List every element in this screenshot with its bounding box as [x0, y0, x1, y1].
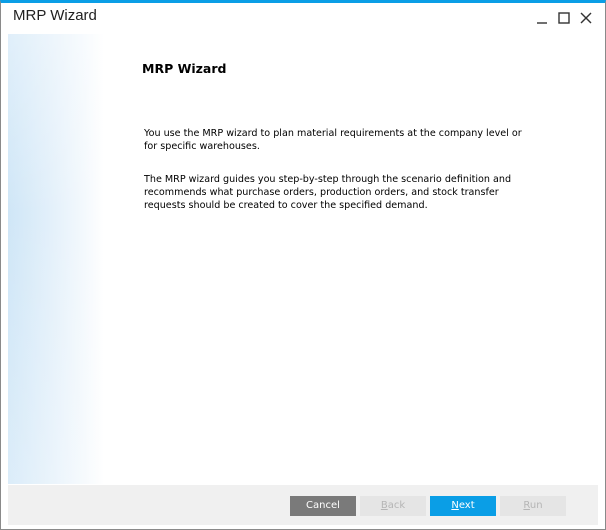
next-button-mnemonic: N	[451, 500, 459, 511]
back-button-label: ack	[387, 500, 406, 511]
intro-paragraph: You use the MRP wizard to plan material …	[144, 128, 522, 152]
cancel-button-label: Cancel	[306, 500, 340, 511]
page-title: MRP Wizard	[142, 61, 227, 76]
description-paragraph: The MRP wizard guides you step-by-step t…	[144, 174, 512, 211]
minimize-icon[interactable]	[531, 7, 553, 29]
window-title: MRP Wizard	[13, 7, 97, 24]
wizard-content: MRP Wizard You use the MRP wizard to pla…	[8, 34, 598, 484]
next-button-label: ext	[458, 500, 475, 511]
close-icon[interactable]	[575, 7, 597, 29]
window-controls	[531, 7, 597, 29]
maximize-icon[interactable]	[553, 7, 575, 29]
next-button[interactable]: Next	[430, 496, 496, 516]
back-button-mnemonic: B	[380, 500, 388, 511]
wizard-footer: Cancel Back Next Run	[8, 485, 598, 525]
run-button[interactable]: Run	[500, 496, 566, 516]
decorative-side-banner	[8, 34, 104, 484]
run-button-label: un	[529, 500, 543, 511]
wizard-window: MRP Wizard MRP Wizard You use the MRP wi…	[0, 0, 606, 530]
title-bar[interactable]: MRP Wizard	[1, 3, 605, 33]
back-button[interactable]: Back	[360, 496, 426, 516]
cancel-button[interactable]: Cancel	[290, 496, 356, 516]
